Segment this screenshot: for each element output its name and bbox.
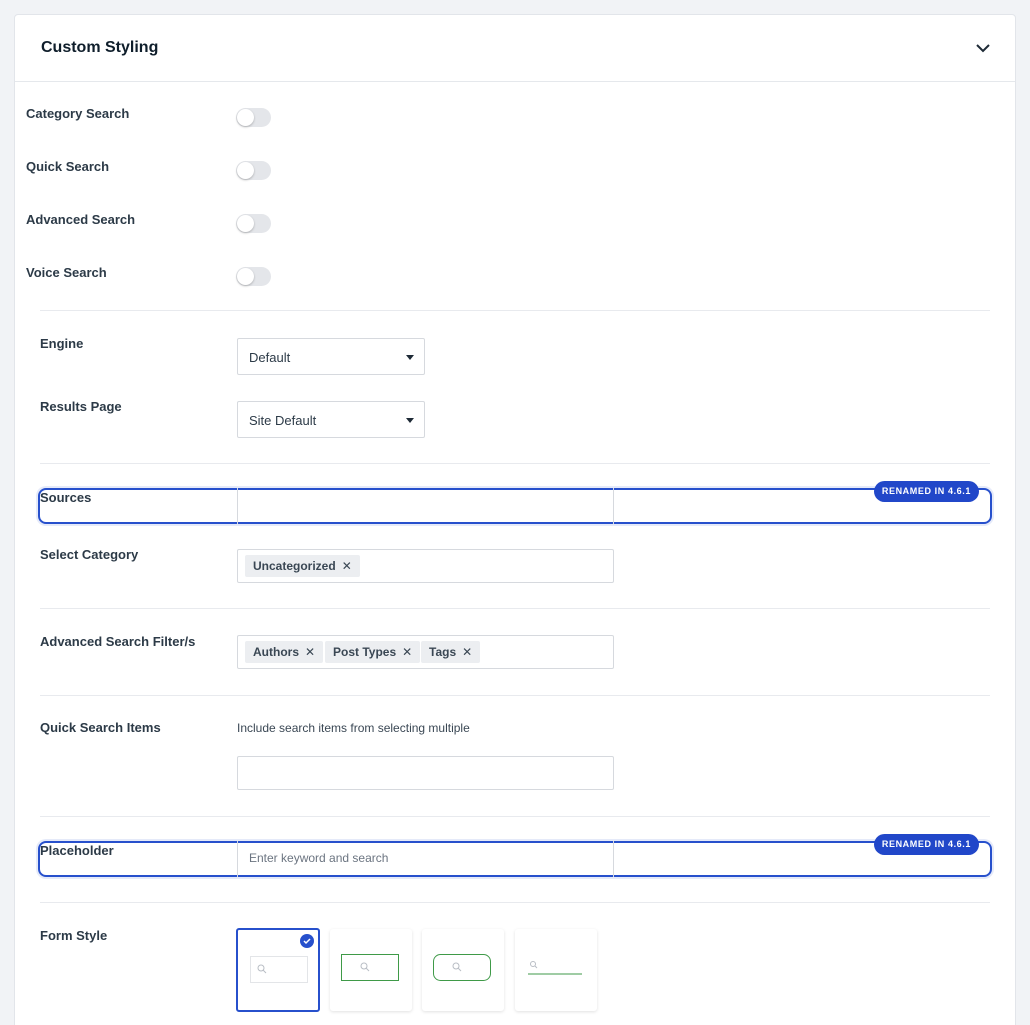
sources-label: Sources (40, 490, 92, 505)
close-icon[interactable]: ✕ (402, 645, 412, 659)
close-icon[interactable]: ✕ (342, 559, 352, 573)
tag-label: Tags (429, 645, 457, 659)
advanced-filters-field[interactable]: Authors ✕ Post Types ✕ Tags ✕ (237, 635, 614, 669)
tag-post-types: Post Types ✕ (325, 641, 421, 663)
check-circle-icon (300, 934, 314, 948)
tag-label: Post Types (333, 645, 397, 659)
form-style-option-2[interactable] (330, 929, 412, 1011)
caret-down-icon (406, 355, 414, 360)
quick-search-items-input[interactable] (237, 756, 614, 790)
search-box-preview (528, 961, 582, 975)
panel-title: Custom Styling (41, 39, 159, 56)
divider (40, 816, 990, 817)
engine-label: Engine (40, 336, 84, 351)
renamed-badge: RENAMED IN 4.6.1 (873, 834, 979, 855)
voice-search-toggle[interactable] (236, 267, 271, 286)
advanced-search-label: Advanced Search (26, 212, 136, 227)
form-style-option-4[interactable] (515, 929, 597, 1011)
category-search-toggle[interactable] (236, 108, 271, 127)
advanced-filters-label: Advanced Search Filter/s (40, 634, 196, 649)
voice-search-label: Voice Search (26, 265, 107, 280)
tag-label: Uncategorized (253, 559, 336, 573)
tag-label: Authors (253, 645, 299, 659)
search-box-preview (250, 956, 308, 983)
form-style-option-1[interactable] (236, 928, 320, 1012)
form-style-label: Form Style (40, 928, 108, 943)
placeholder-row: Placeholder Enter keyword and search REN… (38, 834, 992, 877)
chevron-down-icon[interactable] (975, 41, 991, 55)
quick-search-label: Quick Search (26, 159, 110, 174)
results-page-label: Results Page (40, 399, 122, 414)
toggle-knob (237, 215, 254, 232)
quick-search-items-hint: Include search items from selecting mult… (237, 721, 470, 735)
engine-value: Default (249, 350, 291, 365)
placeholder-label: Placeholder (40, 843, 114, 858)
quick-search-toggle[interactable] (236, 161, 271, 180)
sources-row: Sources RENAMED IN 4.6.1 (38, 481, 992, 524)
toggle-knob (237, 268, 254, 285)
divider (40, 608, 990, 609)
select-category-field[interactable]: Uncategorized ✕ (237, 549, 614, 583)
quick-search-items-label: Quick Search Items (40, 720, 161, 735)
tag-tags: Tags ✕ (421, 641, 481, 663)
tag-authors: Authors ✕ (245, 641, 324, 663)
panel-header[interactable]: Custom Styling (15, 15, 1015, 82)
search-box-preview (433, 954, 491, 981)
divider (40, 695, 990, 696)
close-icon[interactable]: ✕ (462, 645, 472, 659)
select-category-label: Select Category (40, 547, 139, 562)
placeholder-input-text: Enter keyword and search (249, 851, 389, 865)
placeholder-input[interactable]: Enter keyword and search (237, 841, 614, 877)
engine-select[interactable]: Default (237, 338, 425, 375)
toggle-knob (237, 162, 254, 179)
tag-uncategorized: Uncategorized ✕ (245, 555, 360, 577)
form-style-option-3[interactable] (422, 929, 504, 1011)
sources-input[interactable] (237, 488, 614, 524)
toggle-knob (237, 109, 254, 126)
divider (40, 463, 990, 464)
advanced-search-toggle[interactable] (236, 214, 271, 233)
category-search-label: Category Search (26, 106, 130, 121)
search-box-preview (341, 954, 399, 981)
results-page-value: Site Default (249, 413, 317, 428)
divider (40, 310, 990, 311)
close-icon[interactable]: ✕ (305, 645, 315, 659)
renamed-badge: RENAMED IN 4.6.1 (873, 481, 979, 502)
divider (40, 902, 990, 903)
results-page-select[interactable]: Site Default (237, 401, 425, 438)
caret-down-icon (406, 418, 414, 423)
